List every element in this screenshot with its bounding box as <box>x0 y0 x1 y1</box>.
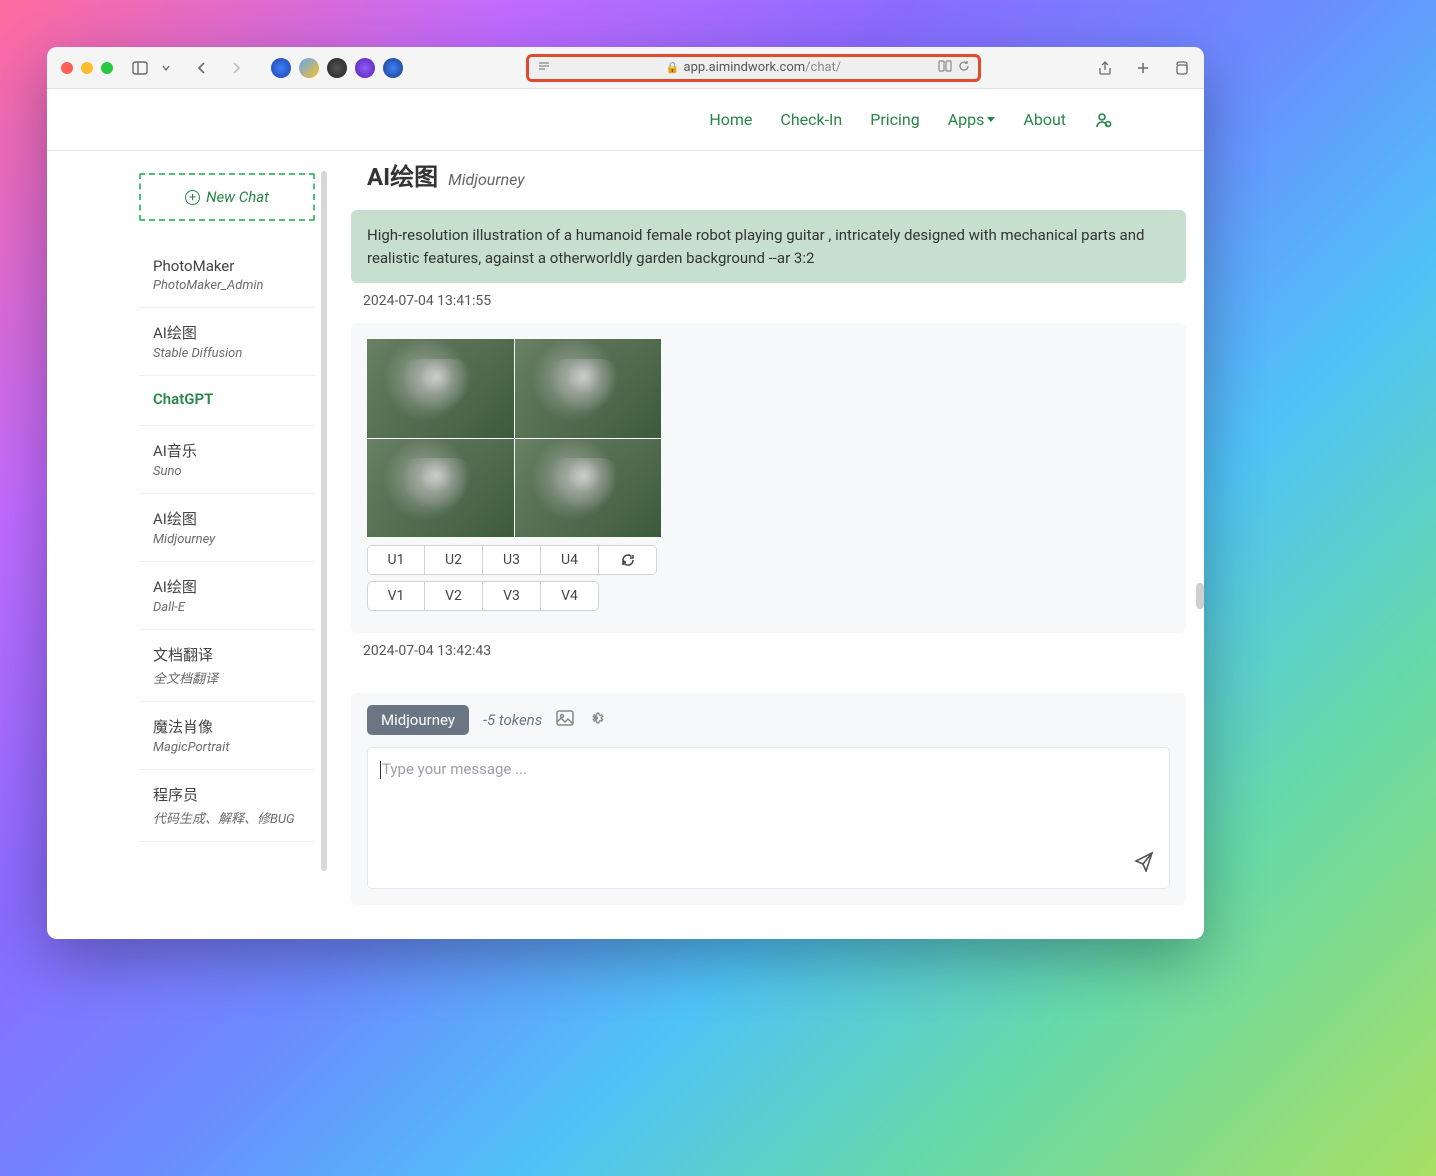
chat-header: AI绘图 Midjourney <box>367 157 1186 192</box>
sidebar-item-subtitle: MagicPortrait <box>153 740 315 755</box>
url-host: app.aimindwork.com <box>684 60 806 75</box>
user-settings-icon[interactable] <box>1094 111 1112 129</box>
titlebar: 🔒 app.aimindwork.com/chat/ <box>47 47 1204 89</box>
settings-icon[interactable] <box>588 710 604 730</box>
main-scrollbar[interactable] <box>1196 583 1204 609</box>
variation-buttons: V1V2V3V4 <box>367 581 1170 611</box>
reload-icon[interactable] <box>958 60 970 76</box>
sidebar-item-title: 魔法肖像 <box>153 716 315 737</box>
nav-about[interactable]: About <box>1023 110 1066 129</box>
sidebar: + New Chat PhotoMaker PhotoMaker_Admin AI绘… <box>47 151 331 939</box>
extension-icon[interactable] <box>299 58 319 78</box>
assistant-message: U1U2U3U4 V1V2V3V4 <box>351 323 1186 633</box>
titlebar-right <box>1096 59 1190 77</box>
sidebar-item-subtitle: Suno <box>153 464 315 479</box>
image-grid[interactable] <box>367 339 661 537</box>
sidebar-item[interactable]: ChatGPT <box>139 376 315 426</box>
sidebar-item-title: AI绘图 <box>153 322 315 343</box>
reader-icon[interactable] <box>938 60 952 76</box>
extension-icon[interactable] <box>355 58 375 78</box>
chat-main: AI绘图 Midjourney High-resolution illustra… <box>331 151 1204 939</box>
back-button[interactable] <box>193 59 211 77</box>
chat-subtitle: Midjourney <box>448 170 524 189</box>
close-window-button[interactable] <box>61 62 73 74</box>
extensions <box>271 58 403 78</box>
forward-button[interactable] <box>227 59 245 77</box>
address-bar[interactable]: 🔒 app.aimindwork.com/chat/ <box>526 54 981 82</box>
user-message: High-resolution illustration of a humano… <box>351 210 1186 283</box>
sidebar-item-subtitle: PhotoMaker_Admin <box>153 278 315 293</box>
chevron-down-icon[interactable] <box>157 59 175 77</box>
sidebar-item[interactable]: 文档翻译全文档翻译 <box>139 630 315 702</box>
browser-window: 🔒 app.aimindwork.com/chat/ Home Check-In <box>47 47 1204 939</box>
top-nav: Home Check-In Pricing Apps About <box>47 89 1204 151</box>
nav-pricing[interactable]: Pricing <box>870 110 920 129</box>
variation-button[interactable]: V2 <box>425 581 483 611</box>
message-input[interactable]: Type your message ... <box>367 747 1170 889</box>
variation-button[interactable]: V4 <box>541 581 599 611</box>
chat-title: AI绘图 <box>367 157 438 192</box>
sidebar-item[interactable]: AI绘图 Dall-E <box>139 562 315 630</box>
image-upload-icon[interactable] <box>556 710 574 730</box>
generated-image[interactable] <box>367 339 514 438</box>
lock-icon: 🔒 <box>666 61 680 74</box>
sidebar-item-subtitle: Stable Diffusion <box>153 346 315 361</box>
generated-image[interactable] <box>515 439 662 538</box>
message-timestamp: 2024-07-04 13:41:55 <box>363 293 1186 309</box>
sidebar-item[interactable]: 魔法肖像 MagicPortrait <box>139 702 315 770</box>
regenerate-button[interactable] <box>599 545 657 575</box>
sidebar-item[interactable]: AI音乐 Suno <box>139 426 315 494</box>
sidebar-item[interactable]: AI绘图 Midjourney <box>139 494 315 562</box>
upscale-button[interactable]: U1 <box>367 545 425 575</box>
sidebar-scrollbar[interactable] <box>321 171 327 871</box>
upscale-buttons: U1U2U3U4 <box>367 545 1170 575</box>
new-tab-icon[interactable] <box>1134 59 1152 77</box>
sidebar-item-title: 程序员 <box>153 784 315 805</box>
sidebar-item-subtitle: Dall-E <box>153 600 315 615</box>
send-button[interactable] <box>1133 850 1155 876</box>
plus-icon: + <box>185 190 200 205</box>
sidebar-item[interactable]: AI绘图 Stable Diffusion <box>139 308 315 376</box>
minimize-window-button[interactable] <box>81 62 93 74</box>
upscale-button[interactable]: U4 <box>541 545 599 575</box>
nav-home[interactable]: Home <box>709 110 752 129</box>
sidebar-item-subtitle: 全文档翻译 <box>153 668 315 687</box>
composer: Midjourney -5 tokens Type your message .… <box>351 693 1186 905</box>
extension-icon[interactable] <box>271 58 291 78</box>
variation-button[interactable]: V3 <box>483 581 541 611</box>
sidebar-item-title: AI音乐 <box>153 440 315 461</box>
sidebar-item-subtitle: 代码生成、解释、修BUG <box>153 808 315 827</box>
upscale-button[interactable]: U2 <box>425 545 483 575</box>
sidebar-item-title: 文档翻译 <box>153 644 315 665</box>
tabs-icon[interactable] <box>1172 59 1190 77</box>
sidebar-item-title: AI绘图 <box>153 508 315 529</box>
message-timestamp: 2024-07-04 13:42:43 <box>363 643 1186 659</box>
nav-apps[interactable]: Apps <box>948 110 996 129</box>
window-controls <box>61 62 113 74</box>
sidebar-toggle-icon[interactable] <box>131 59 149 77</box>
token-cost: -5 tokens <box>483 711 542 729</box>
body: + New Chat PhotoMaker PhotoMaker_Admin AI绘… <box>47 151 1204 939</box>
sidebar-item[interactable]: PhotoMaker PhotoMaker_Admin <box>139 243 315 308</box>
model-selector[interactable]: Midjourney <box>367 705 469 735</box>
generated-image[interactable] <box>367 439 514 538</box>
generated-image[interactable] <box>515 339 662 438</box>
sidebar-item-subtitle: Midjourney <box>153 532 315 547</box>
sidebar-item-title: PhotoMaker <box>153 257 315 275</box>
sidebar-item-title: AI绘图 <box>153 576 315 597</box>
sidebar-item[interactable]: 程序员代码生成、解释、修BUG <box>139 770 315 842</box>
extension-icon[interactable] <box>327 58 347 78</box>
extension-icon[interactable] <box>383 58 403 78</box>
sidebar-item-title: ChatGPT <box>153 390 315 408</box>
nav-checkin[interactable]: Check-In <box>780 110 842 129</box>
nav-arrows <box>193 59 245 77</box>
upscale-button[interactable]: U3 <box>483 545 541 575</box>
new-chat-button[interactable]: + New Chat <box>139 173 315 221</box>
composer-toolbar: Midjourney -5 tokens <box>367 705 1170 735</box>
share-icon[interactable] <box>1096 59 1114 77</box>
maximize-window-button[interactable] <box>101 62 113 74</box>
url-path: /chat/ <box>805 60 841 75</box>
variation-button[interactable]: V1 <box>367 581 425 611</box>
format-icon[interactable] <box>537 60 551 76</box>
